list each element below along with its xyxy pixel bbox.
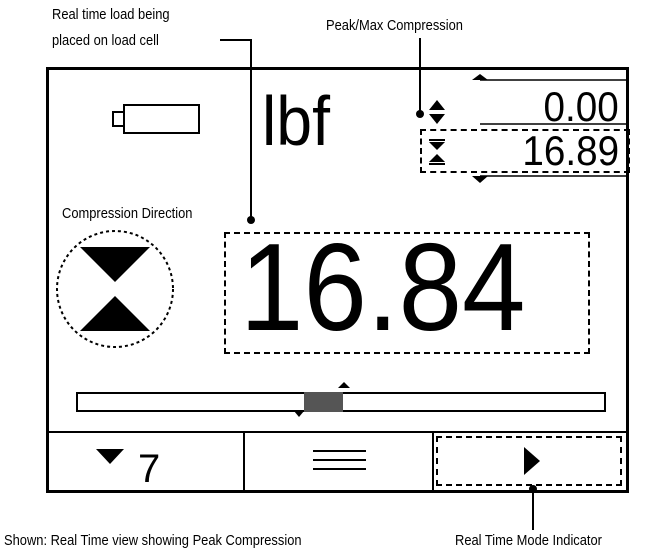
load-bar-min-marker	[294, 411, 304, 417]
leader-dot-mode	[529, 485, 537, 493]
peak-tension-icon	[429, 100, 445, 124]
menu-icon	[313, 450, 366, 470]
diagram-graphics	[48, 38, 628, 530]
battery-icon	[112, 104, 200, 134]
peak-down-marker	[472, 176, 488, 183]
leader-dot-peak	[416, 110, 424, 118]
play-icon	[524, 447, 540, 475]
down-arrow-icon	[96, 449, 124, 464]
leader-dot-realtime	[247, 216, 255, 224]
compression-direction-icon	[56, 230, 174, 348]
load-bar-indicator	[304, 392, 343, 412]
peak-up-marker	[472, 74, 488, 80]
leader-line-realtime	[220, 39, 252, 218]
peak-compression-icon	[429, 139, 445, 165]
load-bar-max-marker	[338, 382, 350, 388]
